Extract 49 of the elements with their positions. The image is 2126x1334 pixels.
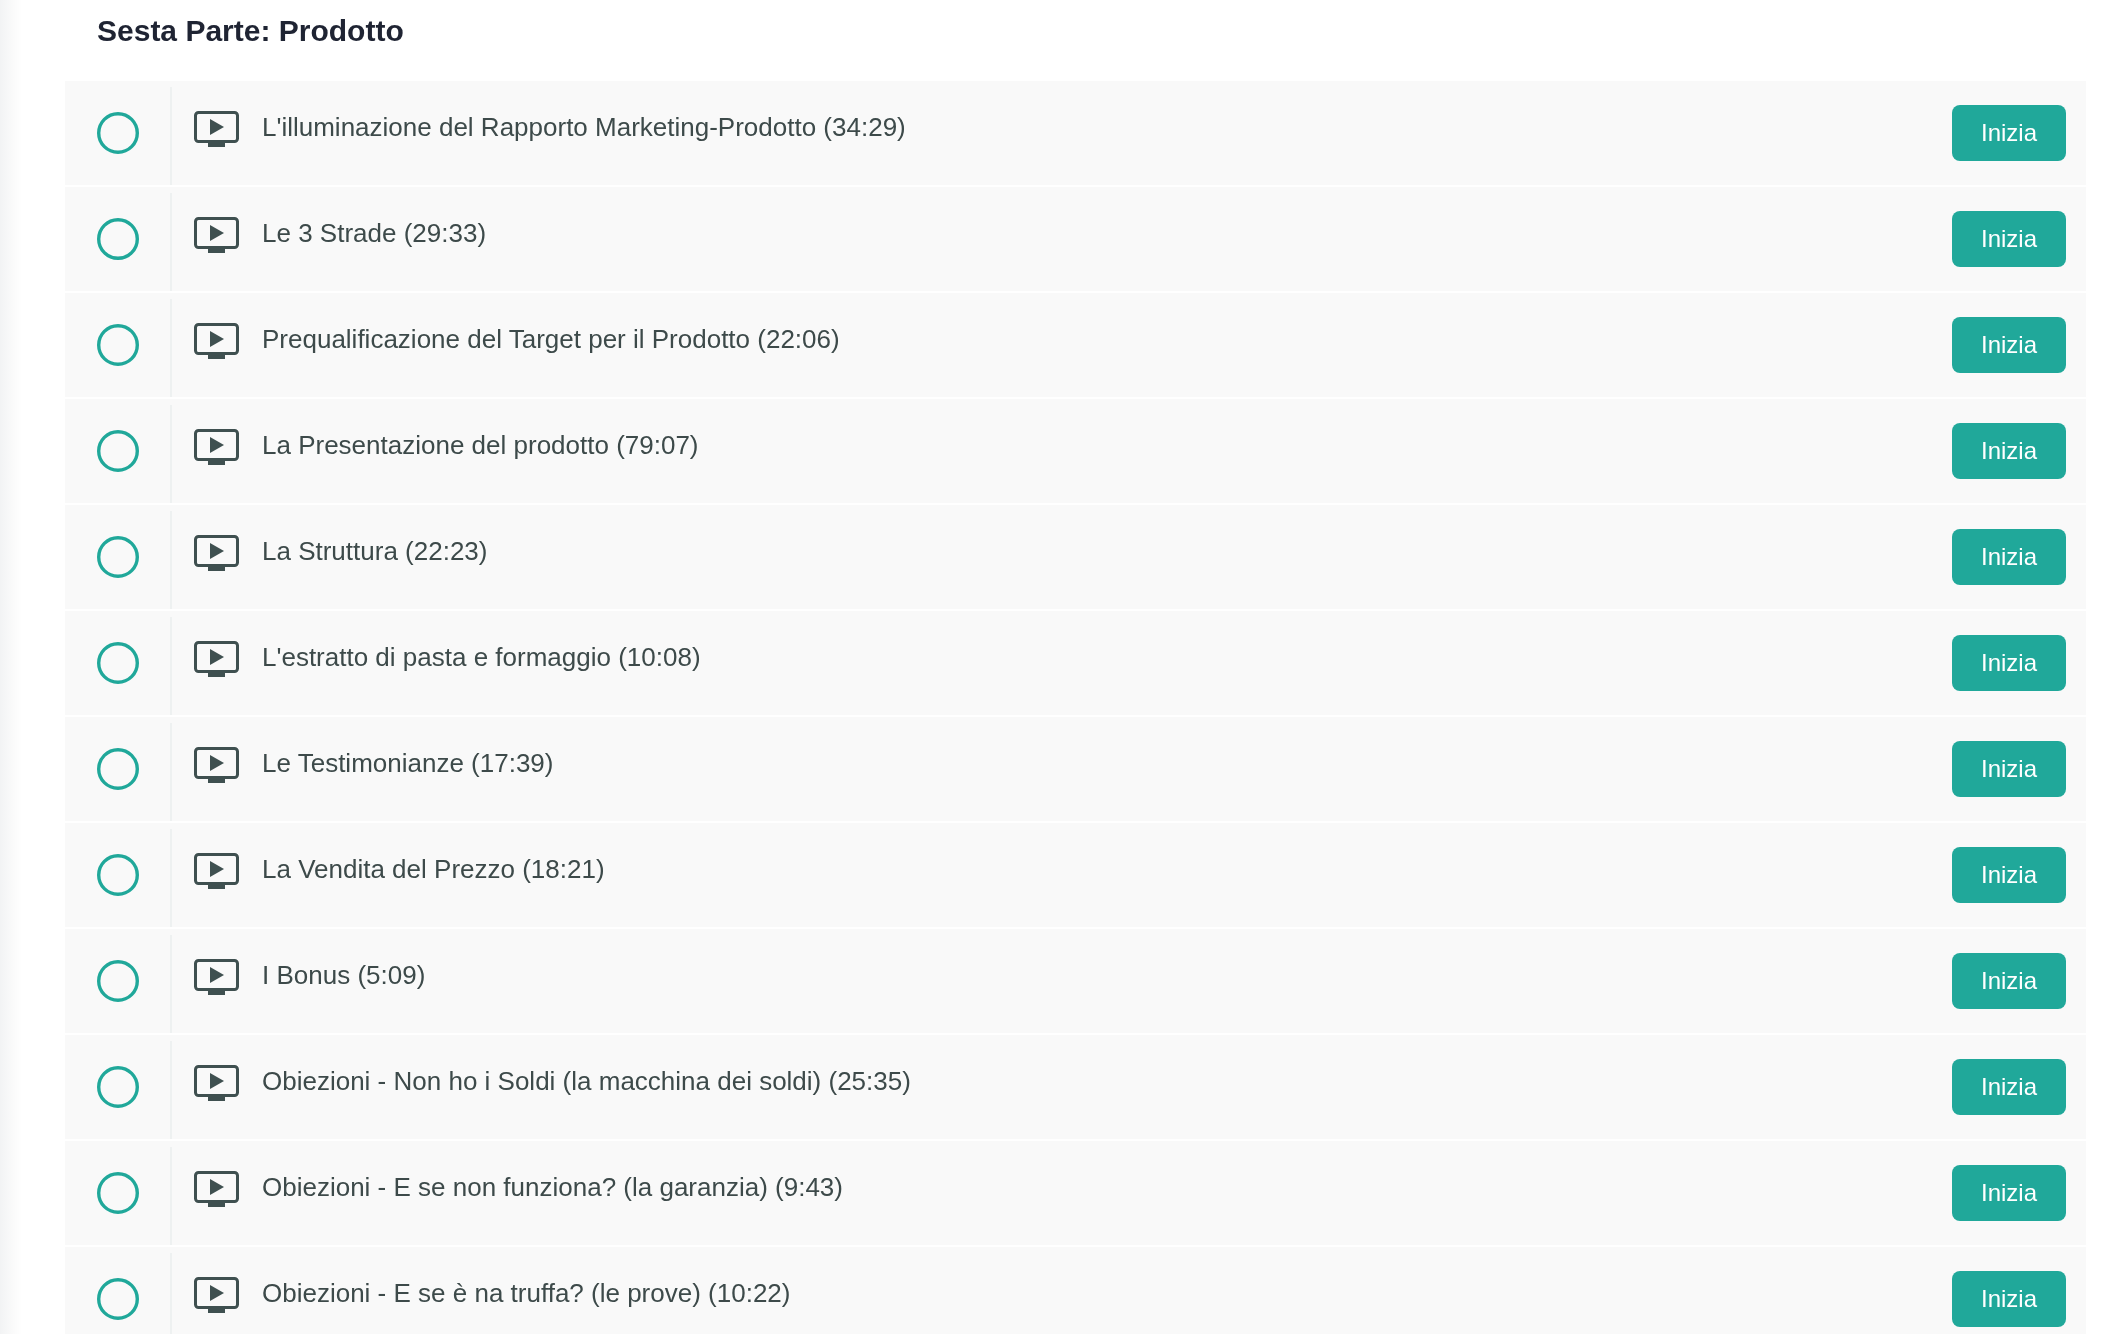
lesson-title: Obiezioni - E se non funziona? (la garanzia) (9:43) — [262, 1171, 843, 1203]
circle-icon[interactable] — [96, 218, 139, 260]
monitor-play-icon — [194, 323, 239, 360]
lesson-row[interactable]: La Vendita del Prezzo (18:21) Inizia — [65, 823, 2086, 927]
lesson-title: Le 3 Strade (29:33) — [262, 217, 487, 249]
circle-icon[interactable] — [96, 1172, 139, 1214]
circle-icon[interactable] — [96, 642, 139, 684]
monitor-play-icon — [194, 853, 239, 890]
monitor-play-icon — [194, 747, 239, 784]
lesson-title: Obiezioni - Non ho i Soldi (la macchina dei soldi) (25:35) — [262, 1065, 911, 1097]
lesson-row[interactable]: Obiezioni - E se è na truffa? (le prove) (10:22) Inizia — [65, 1247, 2086, 1334]
circle-icon[interactable] — [96, 430, 139, 472]
lesson-title: L'estratto di pasta e formaggio (10:08) — [262, 641, 701, 673]
circle-icon[interactable] — [96, 324, 139, 366]
monitor-play-icon — [194, 641, 239, 678]
lesson-row[interactable]: Le 3 Strade (29:33) Inizia — [65, 187, 2086, 291]
lesson-title: I Bonus (5:09) — [262, 959, 426, 991]
monitor-play-icon — [194, 1171, 239, 1208]
monitor-play-icon — [194, 535, 239, 572]
lesson-row[interactable]: Obiezioni - Non ho i Soldi (la macchina dei soldi) (25:35) Inizia — [65, 1035, 2086, 1139]
circle-icon[interactable] — [96, 960, 139, 1002]
lesson-row[interactable]: Prequalificazione del Target per il Prodotto (22:06) Inizia — [65, 293, 2086, 397]
monitor-play-icon — [194, 1065, 239, 1102]
lesson-row[interactable]: L'estratto di pasta e formaggio (10:08) Inizia — [65, 611, 2086, 715]
lesson-title: La Presentazione del prodotto (79:07) — [262, 429, 699, 461]
lesson-title: Prequalificazione del Target per il Prodotto (22:06) — [262, 323, 840, 355]
monitor-play-icon — [194, 111, 239, 148]
section-title: Sesta Parte: Prodotto — [96, 13, 405, 49]
monitor-play-icon — [194, 217, 239, 254]
circle-icon[interactable] — [96, 536, 139, 578]
lesson-row[interactable]: I Bonus (5:09) Inizia — [65, 929, 2086, 1033]
lesson-row[interactable]: La Presentazione del prodotto (79:07) Inizia — [65, 399, 2086, 503]
lesson-row[interactable]: La Struttura (22:23) Inizia — [65, 505, 2086, 609]
circle-icon[interactable] — [96, 112, 139, 154]
monitor-play-icon — [194, 959, 239, 996]
monitor-play-icon — [194, 429, 239, 466]
lesson-title: La Struttura (22:23) — [262, 535, 488, 567]
lesson-row[interactable]: L'illuminazione del Rapporto Marketing-Prodotto (34:29) Inizia — [65, 81, 2086, 185]
lesson-title: L'illuminazione del Rapporto Marketing-Prodotto (34:29) — [262, 111, 906, 143]
lesson-title: Le Testimonianze (17:39) — [262, 747, 554, 779]
circle-icon[interactable] — [96, 854, 139, 896]
lesson-title: Obiezioni - E se è na truffa? (le prove) (10:22) — [262, 1277, 791, 1309]
lesson-row[interactable]: Le Testimonianze (17:39) Inizia — [65, 717, 2086, 821]
lesson-row[interactable]: Obiezioni - E se non funziona? (la garanzia) (9:43) Inizia — [65, 1141, 2086, 1245]
circle-icon[interactable] — [96, 1278, 139, 1320]
circle-icon[interactable] — [96, 1066, 139, 1108]
lesson-title: La Vendita del Prezzo (18:21) — [262, 853, 605, 885]
circle-icon[interactable] — [96, 748, 139, 790]
monitor-play-icon — [194, 1277, 239, 1314]
